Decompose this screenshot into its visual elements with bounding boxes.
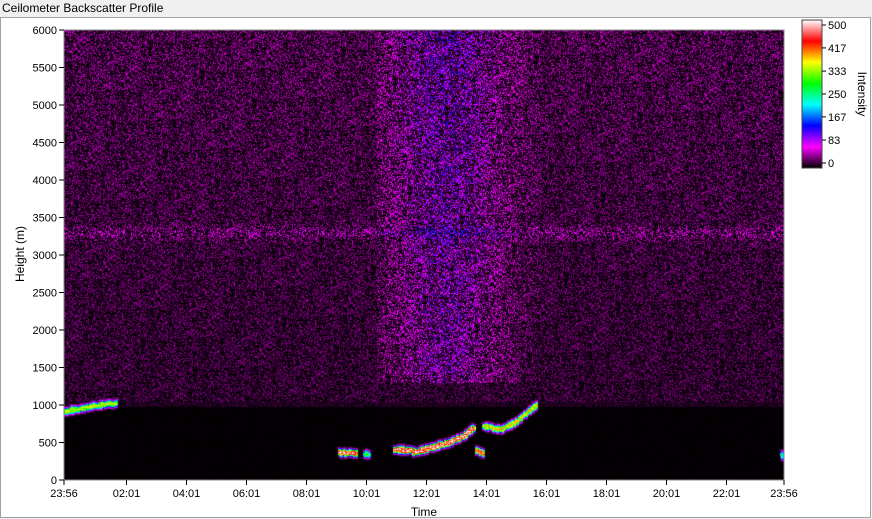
y-tick-label: 2500	[33, 288, 57, 300]
colorbar-tick-label: 333	[828, 66, 846, 78]
y-tick-label: 3000	[33, 250, 57, 262]
y-tick-label: 4000	[33, 175, 57, 187]
y-tick-label: 6000	[33, 25, 57, 37]
x-tick-label: 10:01	[353, 488, 381, 500]
y-axis-title: Height (m)	[13, 226, 27, 282]
x-tick-label: 23:56	[770, 488, 798, 500]
x-tick-label: 22:01	[713, 488, 741, 500]
colorbar-tick-label: 250	[828, 89, 846, 101]
x-tick-label: 04:01	[173, 488, 201, 500]
x-tick-label: 16:01	[533, 488, 561, 500]
x-tick-label: 06:01	[233, 488, 261, 500]
colorbar-ticks: 0 83 167 250 333 417 500	[822, 20, 846, 170]
x-tick-label: 08:01	[293, 488, 321, 500]
y-tick-label: 3500	[33, 213, 57, 225]
x-axis: 23:56 02:01 04:01 06:01 08:01 10:01 12:01 14:01…	[50, 480, 798, 500]
colorbar-title: Intensity	[855, 72, 869, 117]
y-axis: 0 500 1000 1500 2000 2500 3000 3500 4000 4500 5000…	[33, 25, 64, 487]
colorbar-tick-label: 167	[828, 112, 846, 124]
y-tick-label: 5500	[33, 63, 57, 75]
y-tick-label: 5000	[33, 100, 57, 112]
colorbar-tick-label: 500	[828, 20, 846, 32]
y-tick-label: 1500	[33, 363, 57, 375]
y-tick-label: 0	[51, 475, 57, 487]
x-tick-label: 12:01	[413, 488, 441, 500]
x-tick-label: 02:01	[113, 488, 141, 500]
x-tick-label: 14:01	[473, 488, 501, 500]
backscatter-chart: 0500100015002000250030003500400045005000…	[13, 19, 869, 519]
y-tick-label: 4500	[33, 138, 57, 150]
backscatter-heatmap	[64, 30, 784, 480]
colorbar-tick-label: 83	[828, 135, 840, 147]
x-tick-label: 18:01	[593, 488, 621, 500]
colorbar-tick-label: 0	[828, 158, 834, 170]
y-tick-label: 1000	[33, 400, 57, 412]
y-tick-label: 500	[39, 438, 57, 450]
x-tick-label: 23:56	[50, 488, 78, 500]
x-tick-label: 20:01	[653, 488, 681, 500]
y-tick-label: 2000	[33, 325, 57, 337]
x-axis-title: Time	[411, 505, 438, 519]
colorbar-tick-label: 417	[828, 43, 846, 55]
colorbar	[801, 19, 823, 169]
